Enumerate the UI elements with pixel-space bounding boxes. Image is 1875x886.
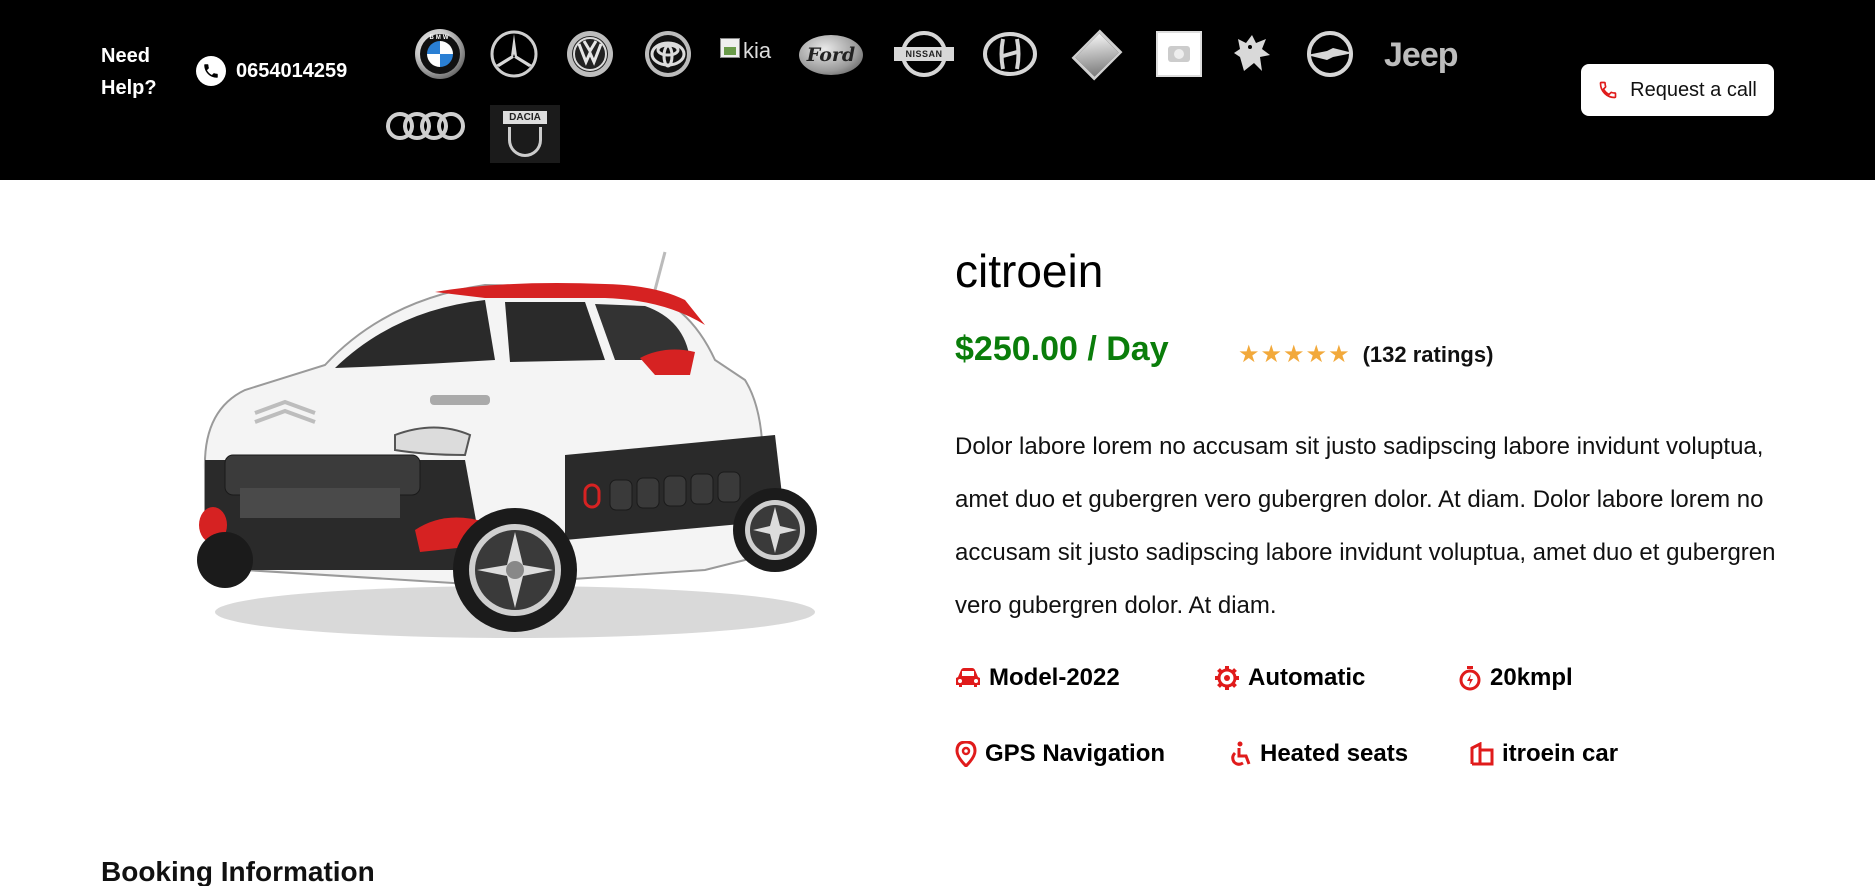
feature-label: Heated seats xyxy=(1260,740,1409,767)
stopwatch-icon xyxy=(1459,666,1481,691)
phone-icon xyxy=(196,56,226,86)
feature-label: 20kmpl xyxy=(1490,664,1573,691)
bmw-logo[interactable]: BMW xyxy=(414,28,466,80)
audi-logo[interactable] xyxy=(386,104,466,148)
jeep-logo[interactable]: Jeep xyxy=(1384,30,1458,80)
nissan-logo-text: NISSAN xyxy=(905,49,943,59)
camera-icon xyxy=(1168,46,1190,62)
booking-information-heading: Booking Information xyxy=(101,856,375,886)
jeep-logo-text: Jeep xyxy=(1384,35,1458,74)
request-call-button[interactable]: Request a call xyxy=(1581,64,1774,116)
hyundai-logo[interactable] xyxy=(983,28,1037,80)
feature-gps: GPS Navigation xyxy=(955,740,1165,768)
feature-label: GPS Navigation xyxy=(985,740,1166,767)
gear-icon xyxy=(1215,666,1239,690)
feature-label: Model-2022 xyxy=(989,664,1120,691)
renault-logo[interactable] xyxy=(1071,29,1123,81)
feature-mileage: 20kmpl xyxy=(1458,664,1573,692)
opel-logo[interactable] xyxy=(1302,28,1358,80)
feature-heated-seats: Heated seats xyxy=(1228,740,1408,768)
feature-label: itroein car xyxy=(1502,740,1619,767)
image-placeholder-logo[interactable] xyxy=(1155,30,1203,78)
kia-alt-text: kia xyxy=(743,38,772,63)
volkswagen-logo[interactable] xyxy=(564,28,616,80)
peugeot-logo[interactable] xyxy=(1224,28,1278,80)
rating-count: (132 ratings) xyxy=(1362,341,1494,367)
nissan-logo[interactable]: NISSAN xyxy=(894,28,954,80)
wheelchair-icon xyxy=(1231,741,1251,766)
broken-image-icon xyxy=(720,38,740,58)
phone-icon xyxy=(1599,81,1617,99)
product-price: $250.00 / Day xyxy=(955,330,1169,368)
ford-logo[interactable]: Ford xyxy=(798,34,864,76)
feature-label: Automatic xyxy=(1248,664,1366,691)
car-image xyxy=(185,240,835,660)
need-help-text: Need Help? xyxy=(101,45,157,99)
dacia-logo[interactable]: DACIA xyxy=(490,104,560,164)
dacia-logo-text: DACIA xyxy=(503,111,547,124)
feature-model: Model-2022 xyxy=(955,664,1120,692)
phone-number: 0654014259 xyxy=(236,59,348,82)
product-title: citroein xyxy=(955,245,1104,297)
product-description: Dolor labore lorem no accusam sit justo … xyxy=(955,433,1776,619)
feature-transmission: Automatic xyxy=(1214,664,1365,692)
ford-logo-text: Ford xyxy=(806,44,856,66)
bmw-logo-text: BMW xyxy=(429,35,451,41)
map-pin-icon xyxy=(955,741,977,767)
top-bar: Need Help? 0654014259 BMW kia Ford NISSA… xyxy=(0,0,1875,180)
mercedes-logo[interactable] xyxy=(488,28,540,80)
toyota-logo[interactable] xyxy=(642,28,694,80)
phone-contact[interactable]: 0654014259 xyxy=(196,56,347,86)
request-call-label: Request a call xyxy=(1630,78,1757,101)
car-icon xyxy=(956,668,980,687)
product-rating: ★★★★★ (132 ratings) xyxy=(1238,340,1493,369)
rating-stars: ★★★★★ xyxy=(1238,341,1351,368)
feature-car-type: itroein car xyxy=(1470,740,1618,768)
building-icon xyxy=(1470,742,1494,766)
kia-logo-broken-image[interactable]: kia xyxy=(720,36,771,66)
